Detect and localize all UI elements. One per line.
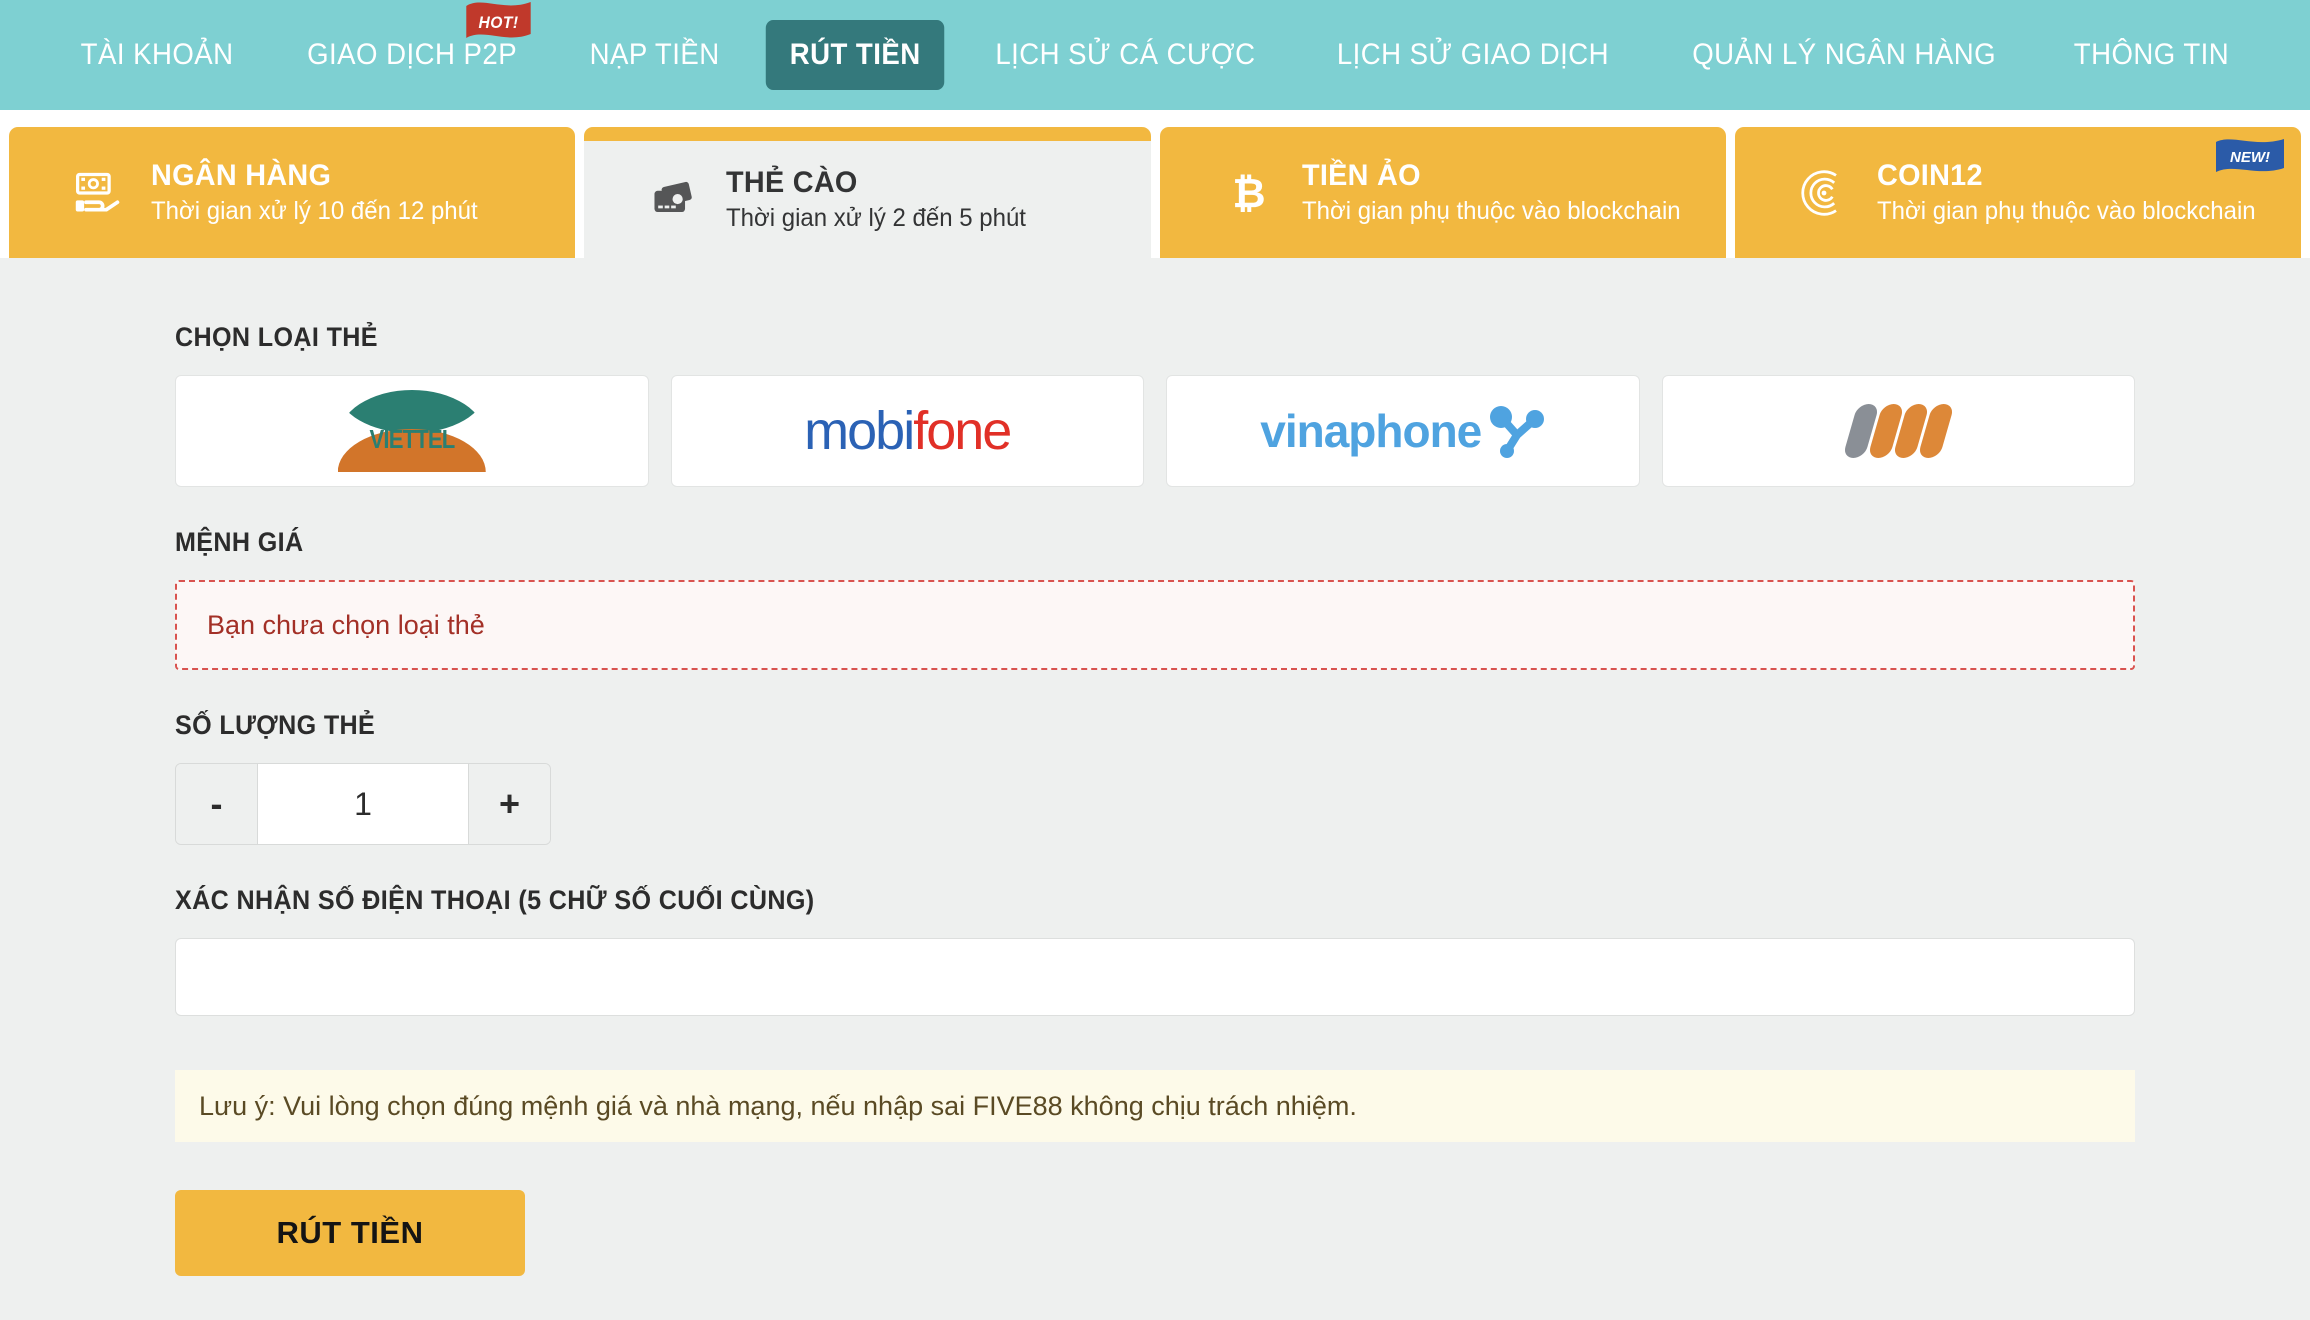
viettel-logo-icon: VIETTEL bbox=[337, 388, 486, 474]
mobifone-part1: mobi bbox=[804, 401, 915, 461]
nav-item-tai-khoan[interactable]: TÀI KHOẢN bbox=[57, 20, 258, 90]
carrier-option-mobifone[interactable]: mobifone bbox=[670, 375, 1144, 487]
card-type-label: CHỌN LOẠI THẺ bbox=[175, 322, 378, 352]
nav-item-lich-su-giao-dich[interactable]: LỊCH SỬ GIAO DỊCH bbox=[1313, 20, 1633, 90]
nav-item-label: RÚT TIỀN bbox=[789, 38, 921, 71]
quantity-stepper: - 1 + bbox=[175, 763, 551, 845]
nav-item-label: LỊCH SỬ GIAO DỊCH bbox=[1336, 38, 1609, 71]
quantity-increase-button[interactable]: + bbox=[468, 764, 550, 844]
method-tab-tien-ao[interactable]: ₿ TIỀN ẢO Thời gian phụ thuộc vào blockc… bbox=[1159, 127, 1726, 258]
carrier-option-viettel[interactable]: VIETTEL bbox=[175, 375, 649, 487]
vinaphone-wordmark: vinaphone bbox=[1260, 405, 1482, 457]
withdraw-form-panel: CHỌN LOẠI THẺ VIETTEL mobifone vinaphone bbox=[0, 258, 2310, 1320]
quantity-decrease-button[interactable]: - bbox=[176, 764, 258, 844]
method-tab-text: TIỀN ẢO Thời gian phụ thuộc vào blockcha… bbox=[1302, 159, 1696, 226]
quantity-label: SỐ LƯỢNG THẺ bbox=[175, 710, 376, 740]
method-tab-text: THẺ CÀO Thời gian xử lý 2 đến 5 phút bbox=[726, 166, 1038, 233]
phone-confirm-input[interactable] bbox=[175, 938, 2135, 1016]
nav-item-label: LỊCH SỬ CÁ CƯỢC bbox=[995, 38, 1256, 71]
new-badge-icon: NEW! bbox=[2213, 135, 2287, 179]
denomination-error-box[interactable]: Bạn chưa chọn loại thẻ bbox=[175, 580, 2135, 670]
nav-item-quan-ly-ngan-hang[interactable]: QUẢN LÝ NGÂN HÀNG bbox=[1668, 20, 2020, 90]
nav-item-nap-tien[interactable]: NẠP TIỀN bbox=[566, 20, 744, 90]
mobifone-part2: fone bbox=[913, 401, 1012, 461]
method-tab-title: COIN12 bbox=[1876, 159, 1983, 192]
nav-item-label: THÔNG TIN bbox=[2073, 38, 2230, 71]
withdraw-method-tabs: NGÂN HÀNG Thời gian xử lý 10 đến 12 phút… bbox=[0, 110, 2310, 258]
money-hand-icon bbox=[71, 166, 125, 220]
method-tab-the-cao[interactable]: THẺ CÀO Thời gian xử lý 2 đến 5 phút bbox=[584, 127, 1151, 258]
method-tab-coin12[interactable]: COIN12 Thời gian phụ thuộc vào blockchai… bbox=[1734, 127, 2301, 258]
nav-item-label: QUẢN LÝ NGÂN HÀNG bbox=[1691, 38, 1996, 71]
method-tab-text: COIN12 Thời gian phụ thuộc vào blockchai… bbox=[1877, 159, 2271, 226]
scratch-card-icon bbox=[646, 173, 700, 227]
svg-text:NEW!: NEW! bbox=[2230, 149, 2270, 166]
nav-item-giao-dich-p2p[interactable]: GIAO DỊCH P2P HOT! bbox=[283, 2, 541, 90]
viettel-wordmark: VIETTEL bbox=[369, 424, 455, 454]
method-tab-subtitle: Thời gian phụ thuộc vào blockchain bbox=[1301, 197, 1681, 225]
quantity-value[interactable]: 1 bbox=[258, 764, 468, 844]
method-tab-ngan-hang[interactable]: NGÂN HÀNG Thời gian xử lý 10 đến 12 phút bbox=[9, 127, 576, 258]
carrier-option-vietnamobile[interactable] bbox=[1661, 375, 2135, 487]
denomination-error-message: Bạn chưa chọn loại thẻ bbox=[207, 609, 485, 640]
method-tab-title: NGÂN HÀNG bbox=[151, 159, 332, 192]
nav-item-label: TÀI KHOẢN bbox=[80, 38, 234, 71]
hot-badge-icon: HOT! bbox=[464, 0, 534, 46]
denomination-label: MỆNH GIÁ bbox=[175, 527, 304, 557]
withdraw-submit-button[interactable]: RÚT TIỀN bbox=[175, 1190, 525, 1276]
form-inner: CHỌN LOẠI THẺ VIETTEL mobifone vinaphone bbox=[175, 322, 2135, 1276]
bitcoin-icon: ₿ bbox=[1222, 166, 1276, 220]
vietnamobile-logo-icon bbox=[1842, 404, 1955, 458]
svg-text:HOT!: HOT! bbox=[479, 13, 519, 32]
method-tab-title: TIỀN ẢO bbox=[1301, 159, 1421, 192]
method-tab-subtitle: Thời gian xử lý 10 đến 12 phút bbox=[151, 197, 478, 225]
method-tab-subtitle: Thời gian phụ thuộc vào blockchain bbox=[1876, 197, 2256, 225]
note-text: Lưu ý: Vui lòng chọn đúng mệnh giá và nh… bbox=[199, 1090, 1357, 1121]
vinaphone-logo-icon: vinaphone bbox=[1260, 403, 1545, 459]
method-tab-title: THẺ CÀO bbox=[726, 166, 858, 199]
carrier-options: VIETTEL mobifone vinaphone bbox=[175, 375, 2135, 487]
nav-item-lich-su-ca-cuoc[interactable]: LỊCH SỬ CÁ CƯỢC bbox=[971, 20, 1279, 90]
coin12-icon bbox=[1797, 166, 1851, 220]
mobifone-logo-icon: mobifone bbox=[804, 400, 1012, 462]
carrier-option-vinaphone[interactable]: vinaphone bbox=[1166, 375, 1640, 487]
phone-confirm-label: XÁC NHẬN SỐ ĐIỆN THOẠI (5 CHỮ SỐ CUỐI CÙ… bbox=[175, 885, 815, 915]
svg-text:₿: ₿ bbox=[1232, 169, 1265, 215]
nav-item-rut-tien[interactable]: RÚT TIỀN bbox=[765, 20, 945, 90]
method-tab-text: NGÂN HÀNG Thời gian xử lý 10 đến 12 phút bbox=[151, 159, 491, 226]
method-tab-subtitle: Thời gian xử lý 2 đến 5 phút bbox=[726, 204, 1027, 232]
nav-item-label: NẠP TIỀN bbox=[590, 38, 721, 71]
note-banner: Lưu ý: Vui lòng chọn đúng mệnh giá và nh… bbox=[175, 1070, 2135, 1142]
vinaphone-node-mark bbox=[1490, 406, 1545, 458]
top-navigation: TÀI KHOẢN GIAO DỊCH P2P HOT! NẠP TIỀN RÚ… bbox=[0, 0, 2310, 110]
nav-item-thong-tin[interactable]: THÔNG TIN bbox=[2050, 20, 2253, 90]
